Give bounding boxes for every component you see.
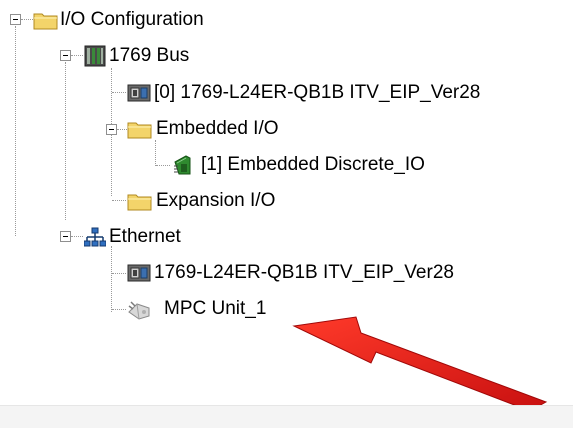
tree-panel-bottom <box>0 405 573 428</box>
annotation-arrow <box>292 316 548 412</box>
